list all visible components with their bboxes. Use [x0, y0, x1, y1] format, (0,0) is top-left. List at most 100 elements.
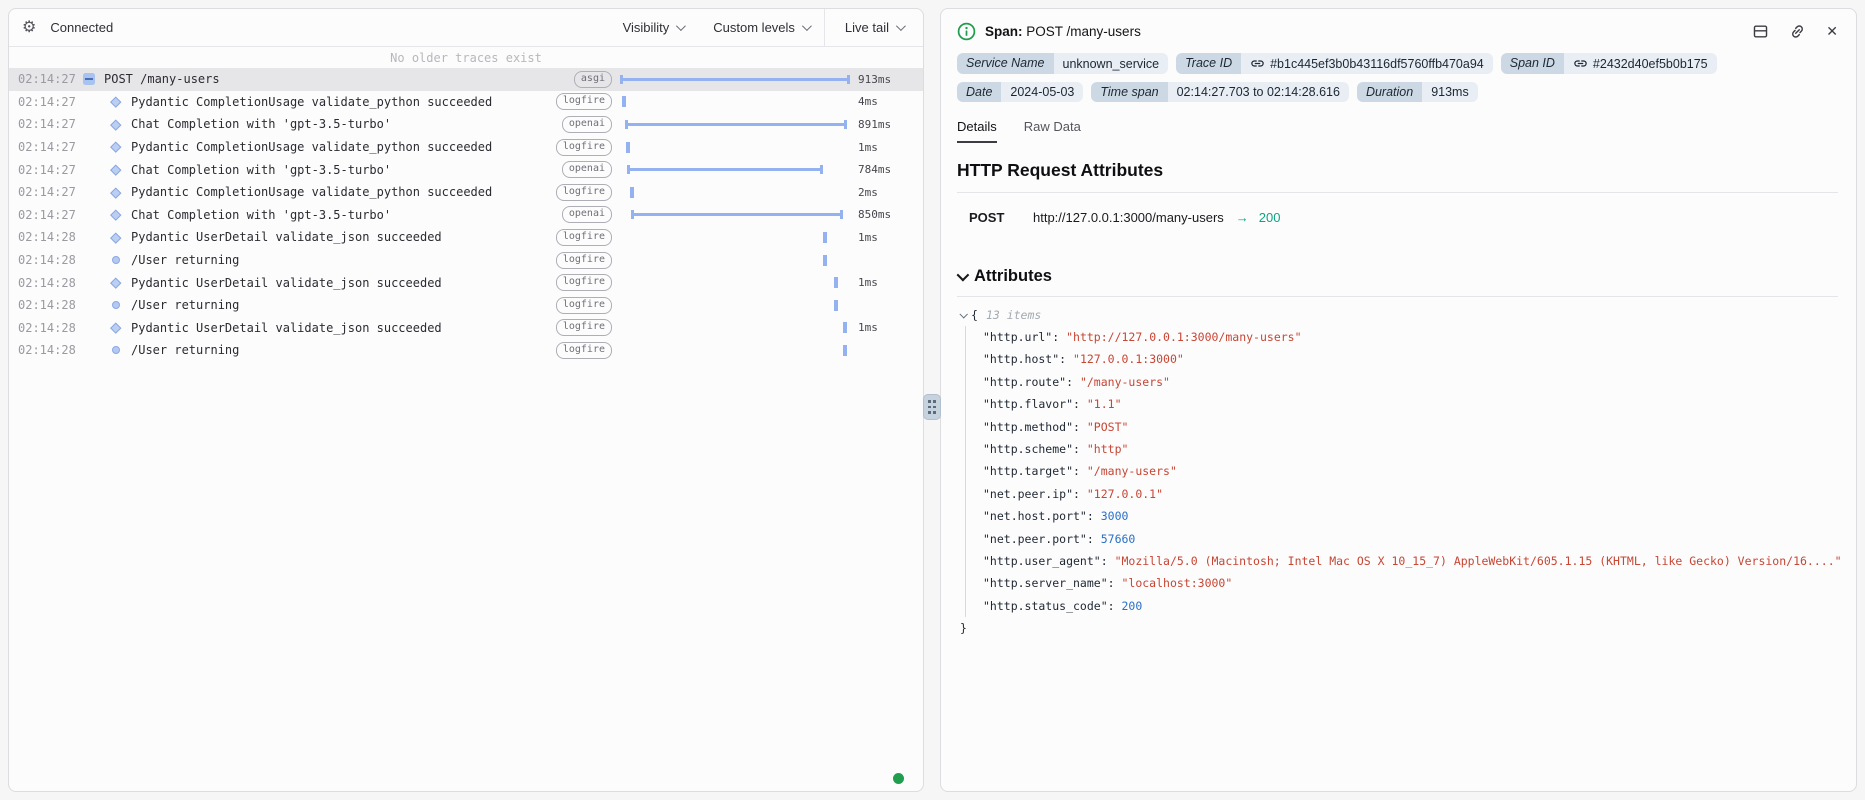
trace-row[interactable]: 02:14:27 Chat Completion with 'gpt-3.5-t… [9, 204, 923, 227]
trace-row[interactable]: 02:14:27 Pydantic CompletionUsage valida… [9, 91, 923, 114]
chevron-down-icon [957, 269, 970, 282]
info-icon [957, 22, 976, 41]
connection-status: Connected [50, 20, 113, 35]
span-detail-header: Span: POST /many-users ✕ [941, 9, 1856, 45]
divider-rule [957, 192, 1838, 193]
json-key: "net.peer.port" [983, 532, 1087, 546]
custom-levels-dropdown-label: Custom levels [713, 20, 795, 35]
trace-row[interactable]: 02:14:27 Pydantic CompletionUsage valida… [9, 181, 923, 204]
json-value: 200 [1121, 599, 1142, 613]
json-key: "http.flavor" [983, 397, 1073, 411]
trace-row[interactable]: 02:14:28 Pydantic UserDetail validate_js… [9, 271, 923, 294]
trace-tag-badge: logfire [556, 93, 612, 110]
json-attribute-line: "http.scheme": "http" [983, 438, 1838, 460]
trace-tag-badge: logfire [556, 139, 612, 156]
json-value: "127.0.0.1" [1087, 487, 1163, 501]
json-key: "http.user_agent" [983, 554, 1101, 568]
span-title: Span: POST /many-users [985, 24, 1141, 39]
trace-row[interactable]: 02:14:28 Pydantic UserDetail validate_js… [9, 226, 923, 249]
custom-levels-dropdown[interactable]: Custom levels [698, 9, 824, 46]
trace-list: 02:14:27 POST /many-users asgi 913ms 02:… [9, 68, 923, 362]
trace-span-name: Chat Completion with 'gpt-3.5-turbo' [131, 117, 391, 131]
visibility-dropdown[interactable]: Visibility [608, 9, 699, 46]
trace-tag-badge: logfire [556, 319, 612, 336]
duration-bar [843, 345, 847, 356]
trace-duration: 891ms [858, 118, 914, 131]
duration-bar [622, 96, 626, 107]
collapse-minus-icon[interactable] [83, 73, 95, 85]
trace-duration: 1ms [858, 231, 914, 244]
json-value: 3000 [1101, 509, 1129, 523]
json-value: "POST" [1087, 420, 1129, 434]
trace-row[interactable]: 02:14:27 Pydantic CompletionUsage valida… [9, 136, 923, 159]
span-diamond-icon [111, 232, 122, 243]
json-collapse-icon[interactable] [959, 310, 967, 318]
span-diamond-icon [111, 119, 122, 130]
link-icon[interactable] [1250, 56, 1265, 71]
json-key: "http.route" [983, 375, 1066, 389]
panel-resize-handle[interactable] [923, 394, 941, 420]
json-items-count: 13 items [986, 304, 1041, 326]
span-kind-label: Span: [985, 24, 1023, 39]
trace-timestamp: 02:14:27 [18, 72, 80, 86]
trace-row[interactable]: 02:14:28 /User returning logfire [9, 294, 923, 317]
chevron-down-icon [802, 21, 812, 31]
json-value: "/many-users" [1087, 464, 1177, 478]
json-key: "net.host.port" [983, 509, 1087, 523]
live-tail-dropdown[interactable]: Live tail [824, 9, 923, 46]
trace-row[interactable]: 02:14:27 Chat Completion with 'gpt-3.5-t… [9, 158, 923, 181]
attributes-section-toggle[interactable]: Attributes [957, 267, 1838, 286]
json-attribute-line: "http.host": "127.0.0.1:3000" [983, 348, 1838, 370]
duration-bar [834, 277, 838, 288]
trace-span-name: Chat Completion with 'gpt-3.5-turbo' [131, 208, 391, 222]
trace-timestamp: 02:14:27 [18, 208, 80, 222]
trace-span-name: Pydantic UserDetail validate_json succee… [131, 230, 442, 244]
tab-details[interactable]: Details [957, 119, 997, 143]
trace-timestamp: 02:14:27 [18, 185, 80, 199]
log-circle-icon [112, 256, 120, 264]
split-panel-icon[interactable] [1752, 23, 1769, 40]
duration-badge: Duration 913ms [1357, 82, 1478, 102]
json-attribute-line: "http.url": "http://127.0.0.1:3000/many-… [983, 326, 1838, 348]
json-open-brace: { [971, 304, 978, 326]
http-method: POST [969, 210, 1033, 225]
json-value: "http" [1087, 442, 1129, 456]
trace-row[interactable]: 02:14:27 Chat Completion with 'gpt-3.5-t… [9, 113, 923, 136]
close-icon[interactable]: ✕ [1826, 23, 1838, 40]
link-icon[interactable] [1573, 56, 1588, 71]
json-entries: "http.url": "http://127.0.0.1:3000/many-… [965, 326, 1838, 617]
trace-explorer-panel: ⚙ Connected Visibility Custom levels Liv… [8, 8, 924, 792]
duration-bar [621, 78, 849, 81]
trace-timeline-bar [621, 294, 849, 317]
duration-bar [843, 322, 847, 333]
trace-id-badge: Trace ID #b1c445ef3b0b43116df5760ffb470a… [1176, 53, 1493, 74]
span-diamond-icon [111, 187, 122, 198]
trace-tag-badge: logfire [556, 184, 612, 201]
trace-row[interactable]: 02:14:27 POST /many-users asgi 913ms [9, 68, 923, 91]
live-tail-dropdown-label: Live tail [845, 20, 889, 35]
trace-duration: 784ms [858, 163, 914, 176]
time-span-badge: Time span 02:14:27.703 to 02:14:28.616 [1091, 82, 1349, 102]
trace-timeline-bar [621, 249, 849, 272]
trace-timeline-bar [621, 113, 849, 136]
json-key: "net.peer.ip" [983, 487, 1073, 501]
json-value: 57660 [1101, 532, 1136, 546]
trace-timestamp: 02:14:28 [18, 276, 80, 290]
log-circle-icon [112, 301, 120, 309]
tab-raw-data[interactable]: Raw Data [1024, 119, 1081, 143]
copy-link-icon[interactable] [1789, 23, 1806, 40]
trace-tag-badge: logfire [556, 342, 612, 359]
workspace: ⚙ Connected Visibility Custom levels Liv… [0, 0, 1865, 800]
trace-span-name: /User returning [131, 253, 239, 267]
trace-row[interactable]: 02:14:28 /User returning logfire [9, 339, 923, 362]
json-value: "http://127.0.0.1:3000/many-users" [1066, 330, 1301, 344]
json-value: "1.1" [1087, 397, 1122, 411]
trace-row[interactable]: 02:14:28 /User returning logfire [9, 249, 923, 272]
divider-rule [957, 296, 1838, 297]
span-diamond-icon [111, 210, 122, 221]
http-method-row: POST http://127.0.0.1:3000/many-users → … [957, 210, 1838, 225]
settings-gear-icon[interactable]: ⚙ [22, 20, 36, 36]
trace-timestamp: 02:14:28 [18, 253, 80, 267]
trace-row[interactable]: 02:14:28 Pydantic UserDetail validate_js… [9, 317, 923, 340]
trace-duration: 2ms [858, 186, 914, 199]
